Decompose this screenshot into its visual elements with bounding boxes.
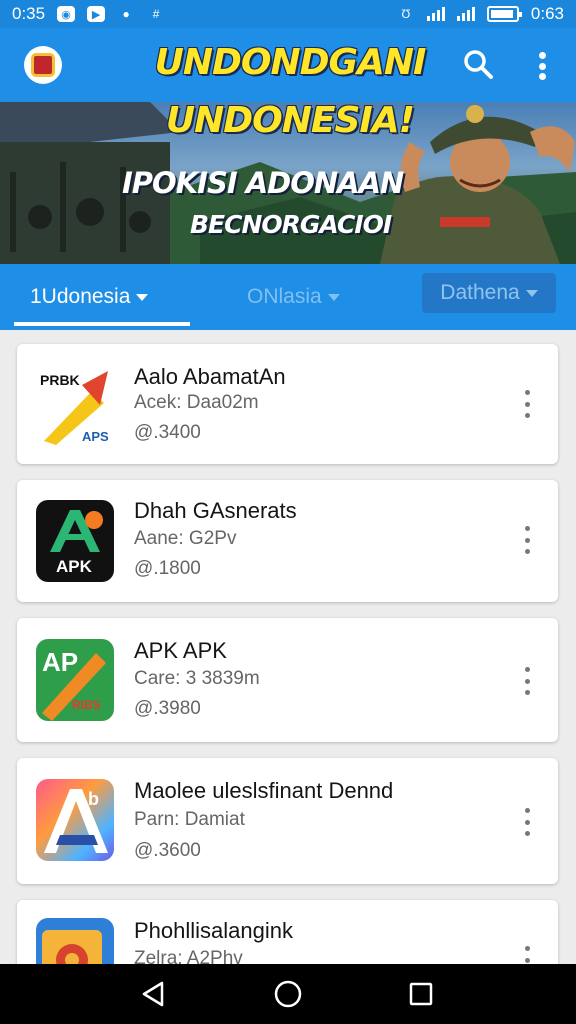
list-item[interactable]: APK Dhah GAsnerats Aane: G2Pv @.1800 [17, 480, 558, 602]
item-menu-button[interactable] [517, 808, 537, 836]
logo-emblem-icon [31, 53, 55, 77]
app-icon-sublabel: RIBS [72, 698, 101, 712]
list-item[interactable]: Phohllisalangink Zelra: A2Phv [17, 900, 558, 964]
app-icon-label: PRBK [40, 372, 80, 388]
item-menu-button[interactable] [517, 390, 537, 418]
home-button[interactable] [272, 978, 304, 1010]
battery-icon [486, 6, 522, 22]
recents-button[interactable] [405, 978, 437, 1010]
app-name: Aalo AbamatAn [134, 364, 286, 389]
app-name: Phohllisalangink [134, 918, 293, 943]
notification-icon: # [152, 7, 160, 21]
back-button[interactable] [138, 978, 170, 1010]
globe-icon: ● [122, 7, 130, 21]
list-item[interactable]: PRBK APS Aalo AbamatAn Acek: Daa02m @.34… [17, 344, 558, 464]
messenger-icon: ◉ [57, 6, 76, 22]
app-icon [36, 918, 114, 964]
app-icon: PRBK APS [36, 363, 114, 445]
tab-udonesia[interactable]: 1Udonesia [30, 264, 149, 330]
app-icon-sublabel: APS [82, 429, 109, 444]
system-nav-bar [0, 964, 576, 1024]
app-icon: AP RIBS [36, 639, 114, 721]
app-stat: @.3980 [134, 698, 201, 719]
status-time-right: 0:63 [530, 4, 564, 23]
promo-banner[interactable]: UNDONESIA! IPOKISI ADONAAN BECNORGACIOI [0, 102, 576, 264]
more-vert-icon [524, 390, 530, 395]
status-left: 0:35 ◉ ▶ ● # [12, 4, 165, 24]
vibrate-icon: Ʊ [401, 7, 411, 21]
status-time: 0:35 [12, 4, 46, 23]
banner-headline: UNDONESIA! [165, 102, 415, 141]
wifi-signal-icon [426, 7, 445, 21]
more-vert-icon [524, 526, 530, 531]
item-menu-button[interactable] [517, 667, 537, 695]
banner-subtitle: IPOKISI ADONAAN [122, 166, 404, 200]
status-bar: 0:35 ◉ ▶ ● # Ʊ 0:63 [0, 0, 576, 28]
item-menu-button[interactable] [517, 526, 537, 554]
more-vert-icon [524, 667, 530, 672]
search-icon [464, 50, 493, 79]
chevron-down-icon [327, 293, 340, 301]
active-tab-indicator [14, 322, 190, 326]
youtube-icon: ▶ [87, 6, 106, 22]
overflow-menu-button[interactable] [526, 48, 558, 84]
banner-tagline: BECNORGACIOI [190, 210, 392, 239]
recents-icon [409, 982, 433, 1006]
more-vert-icon [538, 52, 546, 59]
app-stat: @.3400 [134, 422, 201, 443]
chevron-down-icon [136, 293, 149, 301]
app-icon-label: AP [42, 647, 78, 677]
tab-label: ONlasia [247, 285, 322, 308]
back-icon [142, 981, 164, 1007]
more-vert-icon [524, 808, 530, 813]
app-name: APK APK [134, 638, 227, 663]
svg-text:b: b [88, 789, 99, 809]
app-stat: @.3600 [134, 840, 201, 861]
app-title: UNDONDGANI [154, 42, 427, 83]
chevron-down-icon [525, 289, 538, 297]
tab-dathena[interactable]: Dathena [422, 273, 556, 313]
app-logo[interactable] [24, 46, 62, 84]
app-subtitle: Zelra: A2Phv [134, 948, 243, 964]
app-name: Dhah GAsnerats [134, 498, 297, 523]
cell-signal-icon [456, 7, 475, 21]
app-list[interactable]: PRBK APS Aalo AbamatAn Acek: Daa02m @.34… [0, 330, 576, 964]
app-icon-label: APK [56, 557, 93, 576]
tab-bar: 1Udonesia ONlasia Dathena [0, 264, 576, 330]
app-stat: @.1800 [134, 558, 201, 579]
app-icon: b [36, 779, 114, 861]
tab-onlasia[interactable]: ONlasia [247, 264, 340, 330]
list-item[interactable]: b Maolee uleslsfinant Dennd Parn: Damiat… [17, 758, 558, 884]
app-subtitle: Acek: Daa02m [134, 392, 259, 413]
tab-label: Dathena [440, 281, 520, 304]
app-subtitle: Care: 3 3839m [134, 668, 260, 689]
status-right: Ʊ 0:63 [397, 4, 564, 24]
more-vert-icon [524, 946, 530, 951]
app-bar: UNDONDGANI [0, 28, 576, 102]
home-icon [274, 980, 302, 1008]
list-item[interactable]: AP RIBS APK APK Care: 3 3839m @.3980 [17, 618, 558, 742]
app-subtitle: Aane: G2Pv [134, 528, 237, 549]
app-subtitle: Parn: Damiat [134, 809, 245, 830]
app-icon: APK [36, 500, 114, 582]
app-name: Maolee uleslsfinant Dennd [134, 778, 394, 803]
search-button[interactable] [462, 48, 494, 80]
tab-label: 1Udonesia [30, 285, 131, 308]
item-menu-button[interactable] [517, 946, 537, 964]
